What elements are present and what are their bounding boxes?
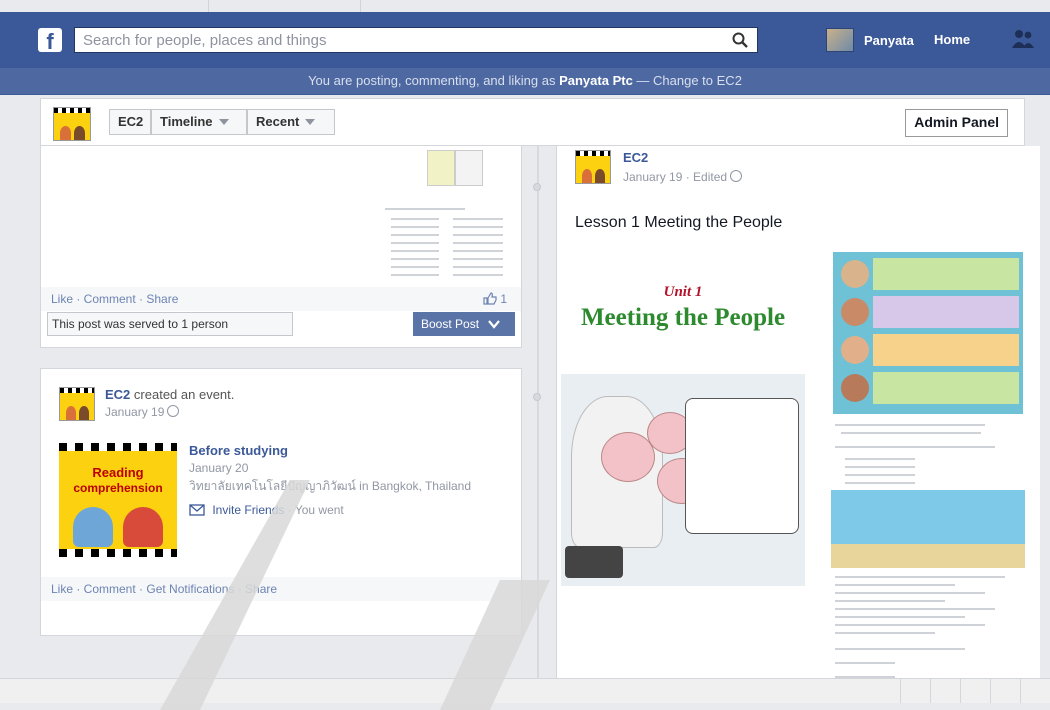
event-title[interactable]: Before studying	[189, 443, 288, 458]
search-icon[interactable]	[731, 31, 749, 49]
event-post-actions: Like · Comment · Get Notifications · Sha…	[41, 577, 521, 601]
avatar	[826, 28, 854, 52]
search-input[interactable]	[75, 28, 711, 52]
post-date-text: January 19	[105, 405, 165, 419]
post-actions-links[interactable]: Like · Comment · Share	[51, 292, 178, 306]
chevron-down-icon	[305, 119, 316, 125]
acting-as-notice: You are posting, commenting, and liking …	[0, 68, 1050, 95]
served-count: This post was served to 1 person	[47, 312, 293, 336]
page-name-button[interactable]: EC2	[109, 109, 151, 135]
invite-friends-link[interactable]: Invite Friends	[212, 503, 284, 517]
like-count-value: 1	[500, 292, 507, 306]
home-link[interactable]: Home	[934, 32, 970, 47]
lesson-image-worksheet[interactable]	[831, 252, 1025, 686]
timeline-dropdown[interactable]: Timeline	[151, 109, 247, 135]
event-date: January 20	[189, 461, 249, 475]
change-identity-link[interactable]: — Change to EC2	[636, 73, 742, 88]
user-name: Panyata	[864, 32, 914, 48]
post-image[interactable]	[377, 146, 507, 284]
author-name[interactable]: EC2	[623, 150, 648, 165]
globe-icon	[167, 405, 180, 417]
chevron-down-icon	[488, 320, 501, 329]
lesson-post-card: EC2 January 19 · Edited Lesson 1 Meeting…	[556, 146, 1040, 686]
event-post-header: EC2 created an event.	[105, 387, 234, 402]
search-box	[74, 27, 758, 53]
facebook-logo-icon[interactable]: f	[38, 28, 62, 54]
lesson-image-cover[interactable]: Unit 1 Meeting the People	[561, 246, 805, 588]
globe-icon	[730, 170, 743, 182]
timeline-label: Timeline	[160, 114, 213, 129]
profile-link[interactable]: Panyata	[826, 27, 914, 53]
page-thumbnail[interactable]	[53, 107, 91, 141]
envelope-icon	[189, 504, 205, 516]
author-avatar[interactable]	[575, 150, 611, 184]
post-date[interactable]: January 19 · Edited	[623, 170, 743, 184]
boost-label: Boost Post	[421, 317, 480, 331]
post-verb: created an event.	[133, 387, 235, 402]
post-text: Lesson 1 Meeting the People	[575, 214, 783, 231]
timeline-dot	[533, 183, 541, 191]
timeline-dot	[533, 393, 541, 401]
post-date-text: January 19 · Edited	[623, 170, 728, 184]
page-header-bar: EC2 Timeline Recent Admin Panel	[40, 98, 1025, 146]
unit-label: Unit 1	[663, 284, 703, 300]
top-bar: f Panyata Home	[0, 0, 1050, 69]
browser-strip	[0, 0, 1050, 12]
author-avatar[interactable]	[59, 387, 95, 421]
author-name[interactable]: EC2	[105, 387, 130, 402]
attendance-status: · You went	[287, 503, 344, 517]
cover-text-comprehension: comprehension	[73, 481, 163, 495]
lesson-title: Meeting the People	[580, 304, 786, 331]
chevron-down-icon	[218, 119, 229, 125]
friend-requests-icon[interactable]	[1010, 28, 1036, 50]
recent-label: Recent	[256, 114, 300, 129]
admin-panel-button[interactable]: Admin Panel	[905, 109, 1008, 137]
bottom-chat-strip	[0, 678, 1050, 703]
invite-row: Invite Friends · You went	[189, 503, 344, 517]
cover-text-reading: Reading	[92, 465, 144, 480]
page-name-label: EC2	[118, 114, 144, 129]
like-count[interactable]: 1	[483, 287, 507, 311]
boost-post-button[interactable]: Boost Post	[413, 312, 515, 336]
notice-text: You are posting, commenting, and liking …	[308, 73, 556, 88]
recent-dropdown[interactable]: Recent	[247, 109, 335, 135]
thumbs-up-icon	[483, 292, 497, 305]
timeline-spine	[537, 146, 539, 686]
post-date[interactable]: January 19	[105, 405, 180, 419]
notice-identity: Panyata Ptc	[559, 73, 633, 88]
event-post-card: EC2 created an event. January 19 Reading…	[40, 368, 522, 636]
post-card: Like · Comment · Share 1 This post was s…	[40, 146, 522, 348]
event-cover-image[interactable]: Reading comprehension	[59, 443, 177, 557]
event-place: วิทยาลัยเทคโนโลยีปัญญาภิวัฒน์ in Bangkok…	[189, 479, 472, 493]
event-post-actions-links[interactable]: Like · Comment · Get Notifications · Sha…	[51, 582, 277, 596]
post-actions: Like · Comment · Share 1	[41, 287, 521, 311]
